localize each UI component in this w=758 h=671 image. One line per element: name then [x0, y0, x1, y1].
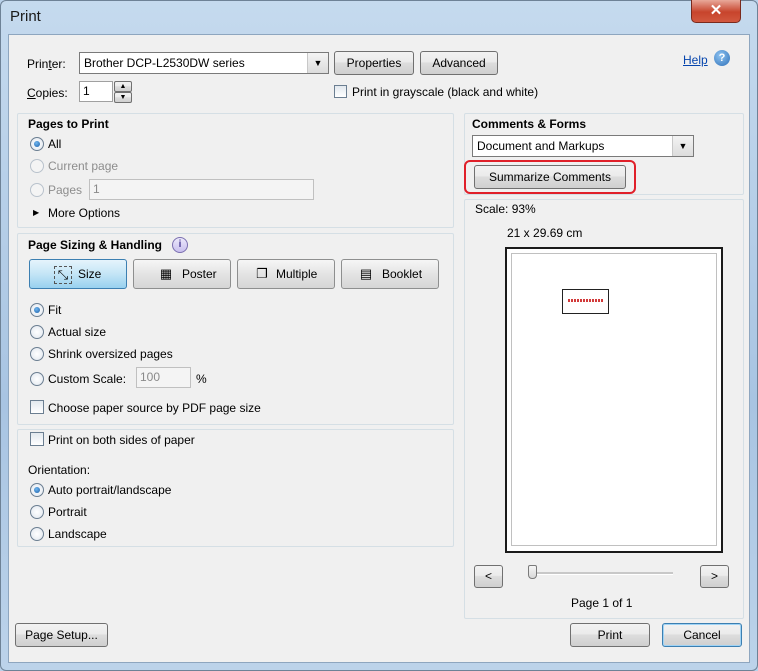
- both-sides-label: Print on both sides of paper: [48, 433, 195, 447]
- page-indicator: Page 1 of 1: [571, 596, 633, 610]
- print-button[interactable]: Print: [570, 623, 650, 647]
- shrink-radio[interactable]: [30, 347, 44, 361]
- comments-forms-select[interactable]: Document and Markups ▼: [472, 135, 694, 157]
- cancel-button-label: Cancel: [683, 628, 721, 642]
- shrink-label: Shrink oversized pages: [48, 347, 173, 361]
- paper-source-label: Choose paper source by PDF page size: [48, 401, 261, 415]
- help-link[interactable]: Help: [683, 53, 708, 67]
- scale-label: Scale: 93%: [475, 202, 536, 216]
- both-sides-checkbox[interactable]: [30, 432, 44, 446]
- booklet-button[interactable]: ▤ Booklet: [341, 259, 439, 289]
- grayscale-checkbox[interactable]: [334, 85, 347, 98]
- comments-forms-title: Comments & Forms: [472, 117, 587, 131]
- page-dimensions: 21 x 29.69 cm: [507, 226, 583, 240]
- properties-button[interactable]: Properties: [334, 51, 414, 75]
- window-title: Print: [10, 8, 41, 25]
- page-slider-track[interactable]: [529, 572, 673, 575]
- actual-size-radio[interactable]: [30, 325, 44, 339]
- printer-label: Printer:: [27, 57, 66, 71]
- multiple-button[interactable]: ❐ Multiple: [237, 259, 335, 289]
- chevron-down-icon[interactable]: ▼: [307, 53, 328, 73]
- pages-range-input[interactable]: 1: [89, 179, 314, 200]
- multiple-pages-icon: ❐: [256, 266, 268, 281]
- landscape-label: Landscape: [48, 527, 107, 541]
- summarize-comments-button[interactable]: Summarize Comments: [474, 165, 626, 189]
- paper-source-checkbox[interactable]: [30, 400, 44, 414]
- fit-radio[interactable]: [30, 303, 44, 317]
- copies-input[interactable]: 1: [79, 81, 113, 102]
- portrait-radio[interactable]: [30, 505, 44, 519]
- dialog-client: Printer: Brother DCP-L2530DW series ▼ Pr…: [8, 34, 750, 663]
- page-sizing-title: Page Sizing & Handling: [28, 238, 163, 252]
- print-button-label: Print: [597, 628, 623, 642]
- size-button[interactable]: ⤡ Size: [29, 259, 127, 289]
- more-options-label[interactable]: More Options: [48, 206, 120, 220]
- portrait-label: Portrait: [48, 505, 87, 519]
- advanced-button[interactable]: Advanced: [420, 51, 498, 75]
- custom-scale-radio[interactable]: [30, 372, 44, 386]
- page-setup-label: Page Setup...: [25, 628, 98, 642]
- fit-label: Fit: [48, 303, 62, 317]
- squiggly-markup: [568, 299, 603, 302]
- copies-down-button[interactable]: ▼: [114, 92, 132, 103]
- poster-button[interactable]: ▦ Poster: [133, 259, 231, 289]
- landscape-radio[interactable]: [30, 527, 44, 541]
- scale-label-text: Scale:: [475, 202, 509, 216]
- booklet-icon: ▤: [359, 266, 373, 281]
- prev-page-button[interactable]: <: [474, 565, 503, 588]
- pages-current-label: Current page: [48, 159, 119, 173]
- pages-current-radio[interactable]: [30, 159, 44, 173]
- pages-range-radio[interactable]: [30, 183, 44, 197]
- custom-scale-input[interactable]: 100: [136, 367, 191, 388]
- pages-range-label: Pages: [48, 183, 83, 197]
- scale-value: 93%: [511, 202, 536, 216]
- page-slider-thumb[interactable]: [528, 565, 537, 579]
- pages-all-radio[interactable]: [30, 137, 44, 151]
- cancel-button[interactable]: Cancel: [662, 623, 742, 647]
- expand-triangle-icon[interactable]: ▶: [33, 208, 39, 217]
- printer-select[interactable]: Brother DCP-L2530DW series ▼: [79, 52, 329, 74]
- custom-scale-label: Custom Scale:: [48, 372, 127, 386]
- poster-button-label: Poster: [182, 267, 217, 281]
- poster-icon: ▦: [159, 266, 173, 281]
- pages-to-print-title: Pages to Print: [28, 117, 109, 131]
- copies-up-button[interactable]: ▲: [114, 81, 132, 92]
- grayscale-label: Print in grayscale (black and white): [352, 85, 539, 99]
- advanced-button-label: Advanced: [432, 56, 486, 70]
- properties-button-label: Properties: [346, 56, 402, 70]
- preview-page: [512, 254, 716, 545]
- next-page-button[interactable]: >: [700, 565, 729, 588]
- size-icon: ⤡: [54, 266, 72, 284]
- close-button[interactable]: ✕: [691, 0, 741, 23]
- actual-size-label: Actual size: [48, 325, 107, 339]
- pages-all-label: All: [48, 137, 62, 151]
- auto-orientation-label: Auto portrait/landscape: [48, 483, 172, 497]
- chevron-down-icon[interactable]: ▼: [672, 136, 693, 156]
- multiple-button-label: Multiple: [276, 267, 318, 281]
- summarize-comments-label: Summarize Comments: [488, 170, 612, 184]
- page-setup-button[interactable]: Page Setup...: [15, 623, 108, 647]
- help-icon[interactable]: ?: [714, 50, 730, 66]
- printer-select-value: Brother DCP-L2530DW series: [84, 56, 245, 70]
- info-icon[interactable]: i: [172, 237, 188, 253]
- booklet-button-label: Booklet: [382, 267, 423, 281]
- size-button-label: Size: [78, 267, 102, 281]
- percent-label: %: [196, 372, 207, 386]
- comments-forms-select-value: Document and Markups: [477, 139, 605, 153]
- auto-orientation-radio[interactable]: [30, 483, 44, 497]
- orientation-label: Orientation:: [28, 463, 91, 477]
- copies-label: Copies:: [27, 86, 68, 100]
